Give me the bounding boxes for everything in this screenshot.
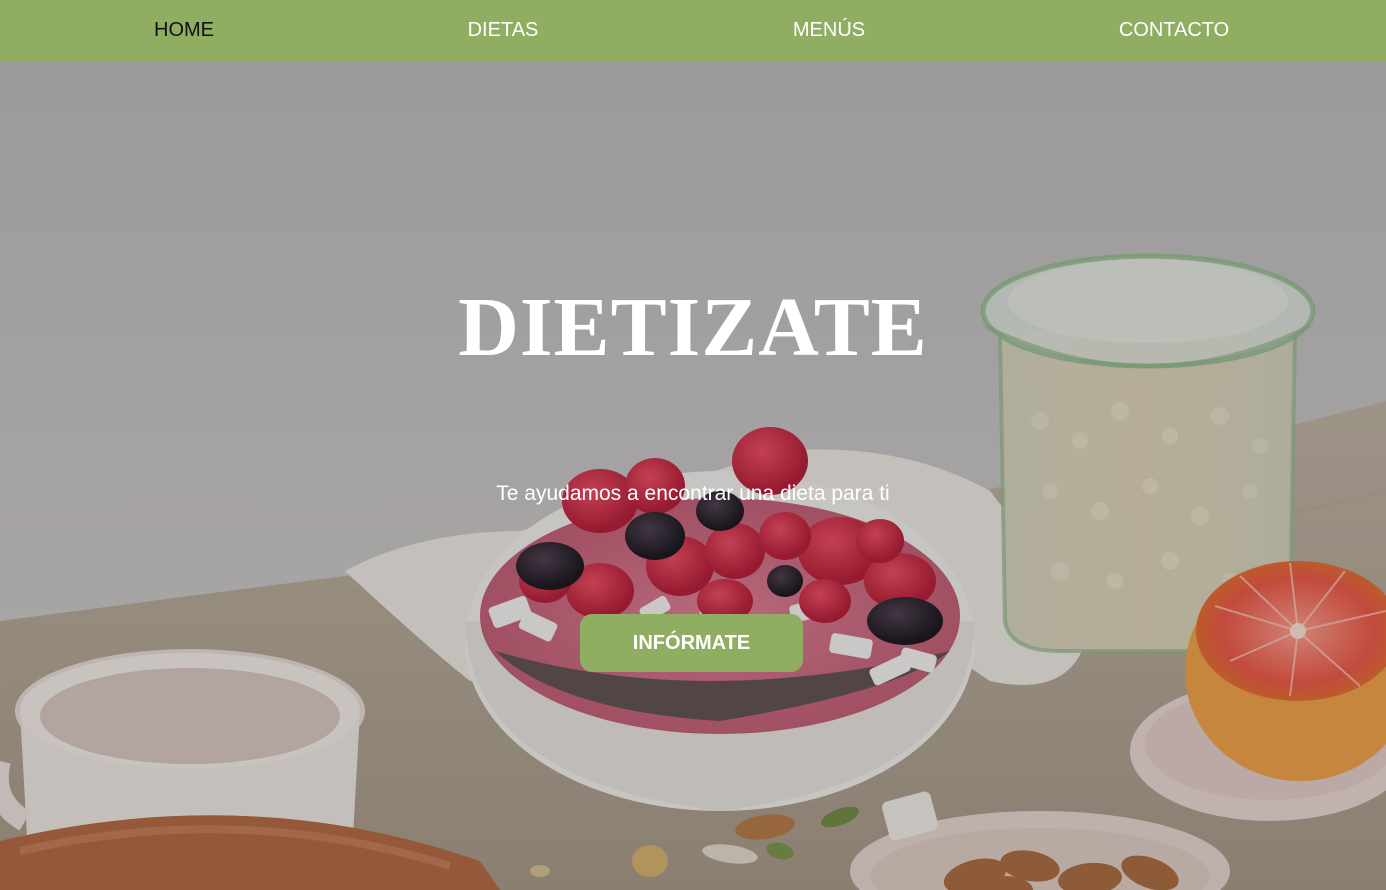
nav-link-dietas[interactable]: DIETAS [468, 0, 539, 61]
nav-link-menus[interactable]: MENÚS [793, 0, 865, 61]
informate-button[interactable]: INFÓRMATE [580, 614, 803, 672]
hero-subtitle: Te ayudamos a encontrar una dieta para t… [496, 482, 890, 505]
hero-title: DIETIZATE [458, 281, 928, 374]
nav-link-contacto[interactable]: CONTACTO [1119, 0, 1229, 61]
top-navigation: HOME DIETAS MENÚS CONTACTO [0, 0, 1386, 61]
hero-overlay [0, 61, 1386, 890]
hero-section: DIETIZATE Te ayudamos a encontrar una di… [0, 61, 1386, 890]
nav-link-home[interactable]: HOME [154, 0, 214, 61]
